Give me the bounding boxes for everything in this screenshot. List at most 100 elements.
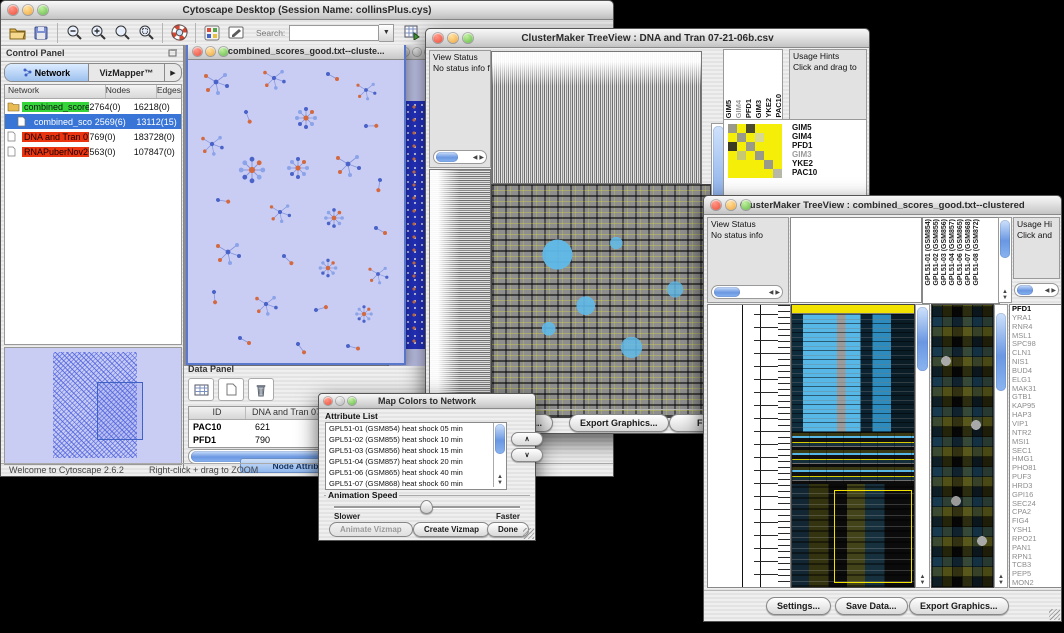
export-graphics-button[interactable]: Export Graphics... — [569, 414, 669, 432]
create-vizmap-button[interactable]: Create Vizmap — [413, 522, 490, 537]
zoom-out-icon[interactable] — [62, 22, 86, 43]
dialog-titlebar[interactable]: Map Colors to Network — [319, 394, 535, 409]
minimize-button[interactable] — [206, 47, 215, 56]
row-dendrogram[interactable] — [429, 169, 491, 418]
usage-hints-scrollbar[interactable]: ◀▶ — [1014, 283, 1059, 297]
row-label[interactable]: GIM5 — [792, 123, 817, 132]
row-label[interactable]: PAC10 — [792, 168, 817, 177]
column-label[interactable]: GPL51-01 (GSM854) — [925, 219, 932, 286]
speed-slider-thumb[interactable] — [420, 500, 433, 514]
more-tabs-button[interactable]: ▶ — [165, 64, 181, 81]
zoom-selected-icon[interactable] — [110, 22, 134, 43]
network-table-row[interactable]: combined_sco 2569(6) 13112(15) — [5, 114, 181, 129]
heatmap-canvas[interactable] — [491, 184, 711, 418]
attribute-select-button[interactable] — [188, 378, 214, 401]
overview-view-rectangle[interactable] — [97, 382, 143, 440]
column-label[interactable]: GIM5 — [724, 100, 733, 118]
view-status-scrollbar[interactable]: ◀▶ — [433, 150, 487, 164]
network-window[interactable]: combined_scores_good.txt--cluste... — [186, 45, 406, 365]
settings-button[interactable]: Settings... — [766, 597, 831, 615]
column-dendrogram[interactable] — [790, 217, 922, 303]
minimize-button[interactable] — [336, 397, 344, 405]
close-button[interactable] — [711, 200, 721, 210]
open-file-button[interactable] — [5, 22, 29, 43]
attribute-list-vscrollbar[interactable]: ▲▼ — [493, 423, 506, 487]
column-label[interactable]: PFD1 — [744, 99, 753, 118]
main-title-bar[interactable]: Cytoscape Desktop (Session Name: collins… — [1, 1, 613, 20]
column-labels-vscrollbar[interactable]: ▲▼ — [998, 217, 1012, 303]
help-lifering-icon[interactable] — [167, 22, 191, 43]
similarity-matrix[interactable] — [728, 124, 782, 178]
move-down-button[interactable]: ∨ — [511, 448, 543, 462]
network-table-row[interactable]: DNA and Tran 07 769(0) 183728(0) — [5, 129, 181, 144]
heatmap-canvas[interactable] — [791, 304, 915, 588]
column-label[interactable]: YKE2 — [764, 98, 773, 118]
gene-list-vscrollbar[interactable]: ▲▼ — [994, 304, 1008, 588]
search-input[interactable] — [289, 25, 379, 41]
minimize-button[interactable] — [23, 5, 33, 15]
network-graph-canvas[interactable] — [188, 60, 400, 359]
minimize-button[interactable] — [726, 200, 736, 210]
column-label[interactable]: GPL51-04 (GSM857) — [949, 219, 956, 286]
column-label[interactable]: GPL51-06 (GSM865) — [957, 219, 964, 286]
resize-grip[interactable] — [1049, 609, 1060, 620]
zoom-button[interactable] — [463, 33, 473, 43]
attribute-list-item[interactable]: GPL51-06 (GSM865) heat shock 40 min — [329, 467, 506, 478]
search-dropdown-arrow[interactable]: ▼ — [379, 24, 394, 42]
save-button[interactable] — [29, 22, 53, 43]
attribute-list-item[interactable]: GPL51-07 (GSM868) heat shock 60 min — [329, 478, 506, 489]
attribute-list-item[interactable]: GPL51-02 (GSM855) heat shock 10 min — [329, 434, 506, 445]
delete-attribute-trash-icon[interactable] — [248, 378, 274, 401]
treeview-dna-titlebar[interactable]: ClusterMaker TreeView : DNA and Tran 07-… — [426, 29, 869, 48]
column-label[interactable]: GIM4 — [734, 100, 743, 118]
tab-vizmapper[interactable]: VizMapper™ — [89, 64, 165, 81]
zoom-button[interactable] — [348, 397, 356, 405]
attribute-list-item[interactable]: GPL51-04 (GSM857) heat shock 20 min — [329, 456, 506, 467]
close-button[interactable] — [324, 397, 332, 405]
network-table-row[interactable]: RNAPuberNov2+ 563(0) 107847(0) — [5, 144, 181, 159]
export-graphics-button[interactable]: Export Graphics... — [909, 597, 1009, 615]
network-overview-panel[interactable] — [4, 347, 182, 465]
annotation-icon[interactable] — [224, 22, 248, 43]
zoom-fit-icon[interactable] — [134, 22, 158, 43]
zoom-button[interactable] — [741, 200, 751, 210]
attribute-list-item[interactable]: GPL51-03 (GSM856) heat shock 15 min — [329, 445, 506, 456]
row-label[interactable]: GIM4 — [792, 132, 817, 141]
row-dendrogram[interactable] — [707, 304, 791, 588]
import-table-icon[interactable] — [400, 22, 424, 43]
treeview-combined-titlebar[interactable]: ClusterMaker TreeView : combined_scores_… — [704, 196, 1061, 215]
animate-vizmap-button[interactable]: Animate Vizmap — [329, 522, 413, 537]
col-network[interactable]: Network — [5, 85, 106, 98]
save-data-button[interactable]: Save Data... — [835, 597, 908, 615]
column-label[interactable]: PAC10 — [774, 94, 783, 118]
column-label[interactable]: GPL51-02 (GSM855) — [933, 219, 940, 286]
zoom-in-icon[interactable] — [86, 22, 110, 43]
zoom-button[interactable] — [38, 5, 48, 15]
zoom-heatmap-canvas[interactable] — [931, 304, 994, 588]
minimize-button[interactable] — [413, 48, 421, 56]
row-label[interactable]: YKE2 — [792, 159, 817, 168]
col-nodes[interactable]: Nodes — [106, 85, 157, 98]
vizmapper-icon[interactable] — [200, 22, 224, 43]
float-panel-icon[interactable] — [168, 44, 183, 62]
row-label[interactable]: PFD1 — [792, 141, 817, 150]
column-label[interactable]: GPL51-03 (GSM856) — [941, 219, 948, 286]
minimize-button[interactable] — [448, 33, 458, 43]
resize-grip[interactable] — [523, 528, 534, 539]
close-button[interactable] — [433, 33, 443, 43]
attribute-list-item[interactable]: GPL51-01 (GSM854) heat shock 05 min — [329, 423, 506, 434]
data-col-id[interactable]: ID — [189, 407, 246, 419]
network-table-row[interactable]: combined_scores 2764(0) 16218(0) — [5, 99, 181, 114]
column-label[interactable]: GPL51-08 (GSM872) — [973, 219, 980, 286]
new-attribute-button[interactable] — [218, 378, 244, 401]
tab-network[interactable]: Network — [5, 64, 89, 81]
row-label[interactable]: GIM3 — [792, 150, 817, 159]
column-label[interactable]: GIM3 — [754, 100, 763, 118]
column-label[interactable]: GPL51-07 (GSM868) — [965, 219, 972, 286]
view-status-scrollbar[interactable]: ◀▶ — [711, 285, 783, 299]
gene-label[interactable]: MON2 — [1012, 579, 1062, 588]
close-button[interactable] — [8, 5, 18, 15]
heatmap-vscrollbar[interactable]: ▲▼ — [915, 304, 930, 588]
col-edges[interactable]: Edges — [157, 85, 181, 98]
column-dendrogram[interactable] — [491, 51, 702, 184]
